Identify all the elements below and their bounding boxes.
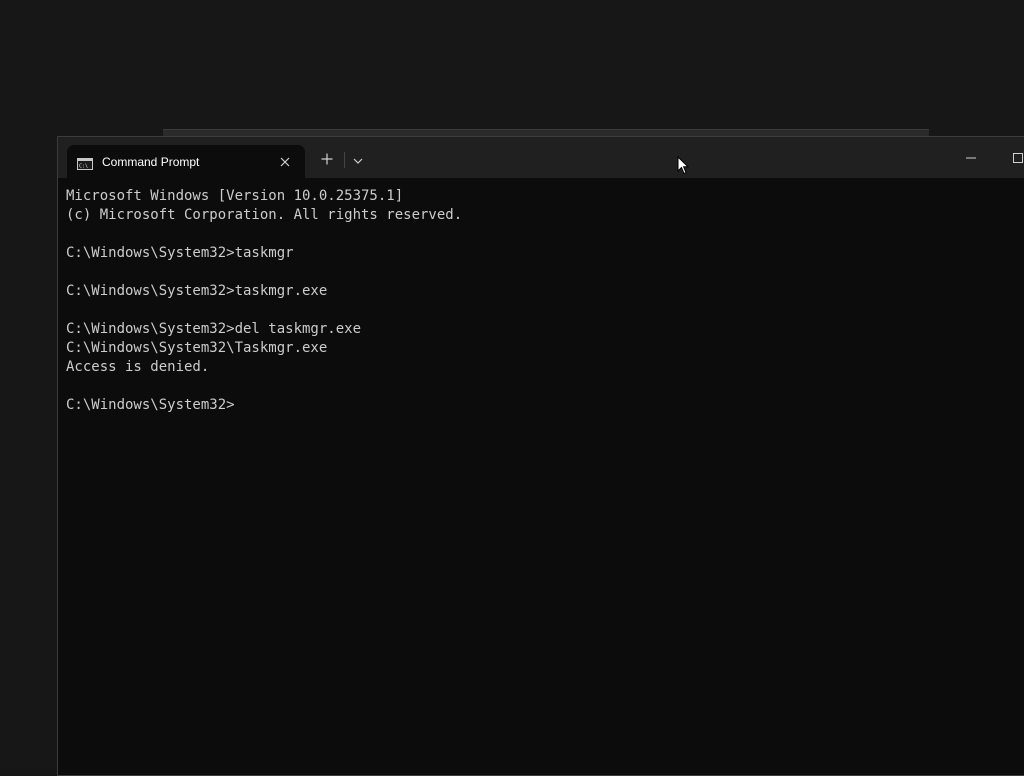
tab-command-prompt[interactable]: C:\ Command Prompt: [67, 145, 305, 178]
maximize-icon: [1013, 153, 1023, 163]
plus-icon: [321, 153, 333, 165]
desktop: C:\ Command Prompt Microsoft Windows [Ve…: [0, 0, 1024, 776]
tab-title: Command Prompt: [102, 155, 200, 169]
minimize-button[interactable]: [956, 147, 986, 169]
console-line: C:\Windows\System32>taskmgr: [66, 245, 294, 261]
minimize-icon: [966, 157, 976, 159]
console-line: C:\Windows\System32>taskmgr.exe: [66, 283, 328, 299]
terminal-window[interactable]: C:\ Command Prompt Microsoft Windows [Ve…: [57, 136, 1024, 776]
console-line: C:\Windows\System32>del taskmgr.exe: [66, 321, 362, 337]
chevron-down-icon: [353, 158, 363, 164]
console-line: C:\Windows\System32>: [66, 397, 235, 413]
console-line: (c) Microsoft Corporation. All rights re…: [66, 207, 463, 223]
tab-dropdown-button[interactable]: [348, 151, 368, 171]
console-output[interactable]: Microsoft Windows [Version 10.0.25375.1]…: [66, 187, 1024, 775]
cmd-icon: C:\: [77, 155, 93, 170]
new-tab-button[interactable]: [317, 149, 337, 169]
console-line: Access is denied.: [66, 359, 210, 375]
console-line: Microsoft Windows [Version 10.0.25375.1]: [66, 188, 404, 204]
maximize-button[interactable]: [1003, 147, 1024, 169]
tab-divider: [344, 152, 345, 168]
close-icon[interactable]: [277, 154, 293, 170]
mouse-pointer-icon: [677, 155, 690, 176]
svg-text:C:\: C:\: [79, 164, 88, 170]
console-line: C:\Windows\System32\Taskmgr.exe: [66, 340, 328, 356]
title-bar[interactable]: C:\ Command Prompt: [58, 137, 1024, 178]
